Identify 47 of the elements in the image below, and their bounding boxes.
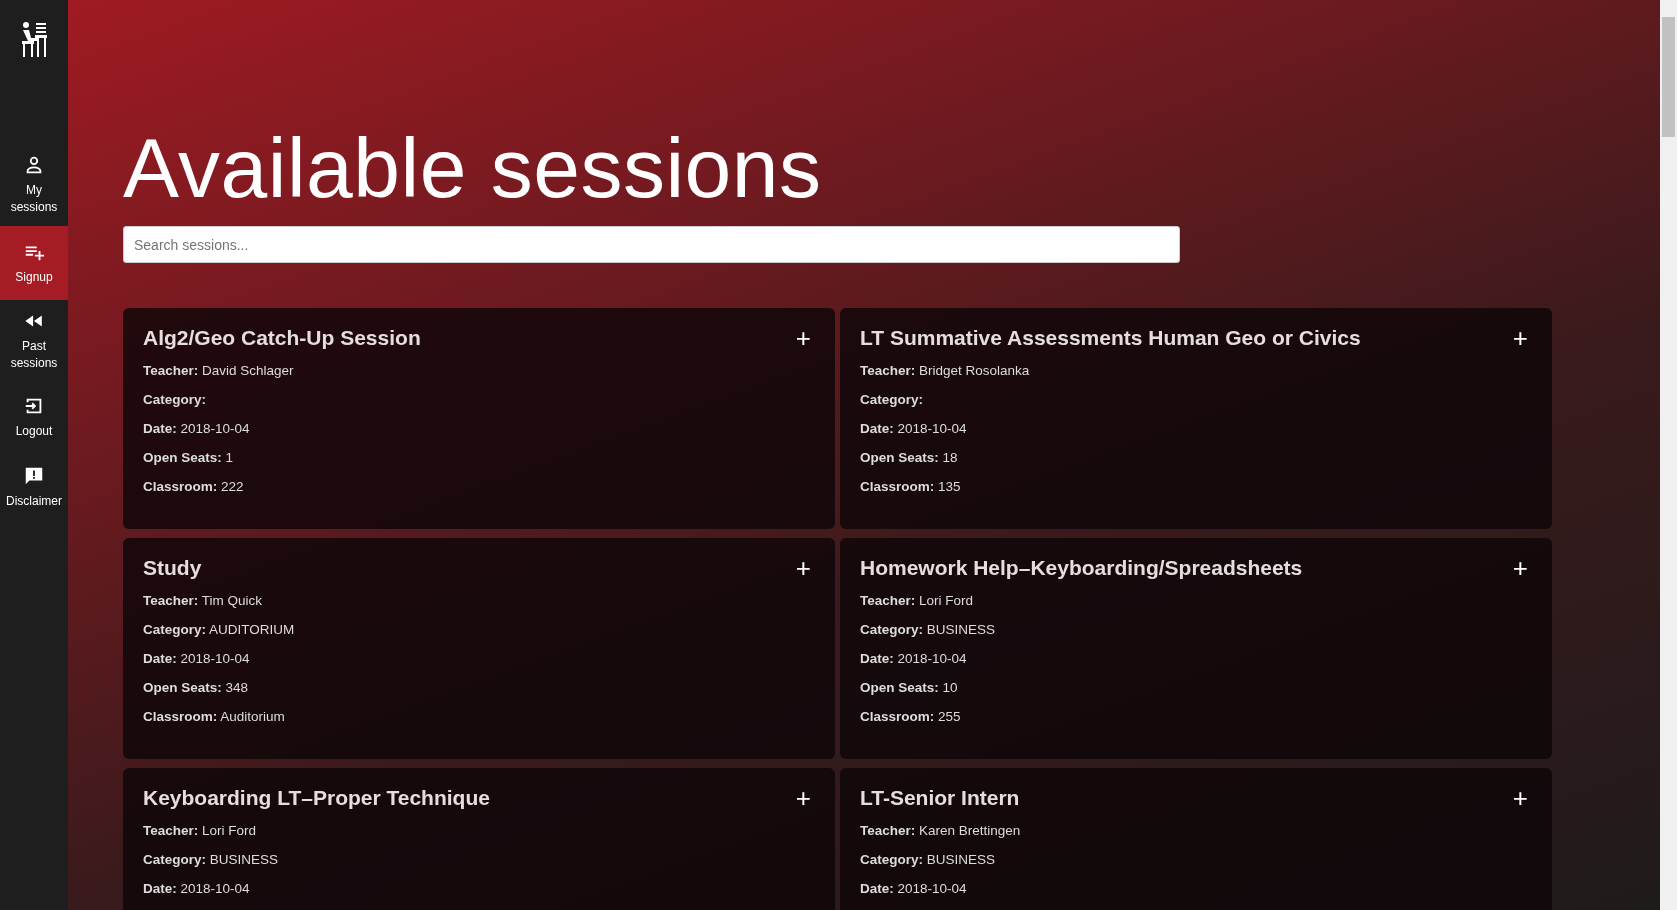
session-detail: Teacher: David Schlager <box>143 362 295 379</box>
nav-item[interactable]: Past sessions <box>0 300 68 382</box>
session-detail: Teacher: Lori Ford <box>143 822 258 839</box>
session-title: Alg2/Geo Catch-Up Session <box>143 326 421 350</box>
search-field[interactable]: Search sessions... <box>123 226 1180 263</box>
add-button[interactable]: + <box>791 556 815 580</box>
session-detail: Date: 2018-10-04 <box>143 420 251 437</box>
scrollbar[interactable] <box>1660 0 1677 910</box>
session-detail: Classroom: 255 <box>860 708 962 725</box>
session-detail: Date: 2018-10-04 <box>143 650 251 667</box>
student-desk-icon[interactable] <box>19 20 49 58</box>
session-detail: Category: BUSINESS <box>143 851 280 868</box>
nav-item[interactable]: Signup <box>0 226 68 300</box>
add-button[interactable]: + <box>1508 326 1532 350</box>
nav-item[interactable]: Disclaimer <box>0 452 68 522</box>
add-button[interactable]: + <box>791 786 815 810</box>
session-title: Study <box>143 556 202 580</box>
session-detail: Date: 2018-10-04 <box>860 880 968 897</box>
session-detail: Category: <box>143 391 207 408</box>
session-detail: Date: 2018-10-04 <box>143 880 251 897</box>
session-detail: Open Seats: 1 <box>143 449 235 466</box>
nav-item[interactable]: My sessions <box>0 144 68 226</box>
session-detail: Teacher: Tim Quick <box>143 592 264 609</box>
session-detail: Open Seats: 18 <box>860 449 959 466</box>
session-title: LT-Senior Intern <box>860 786 1020 810</box>
page-title: Available sessions <box>123 122 823 214</box>
session-detail: Date: 2018-10-04 <box>860 420 968 437</box>
nav-item[interactable]: Logout <box>0 382 68 452</box>
session-title: LT Summative Assessments Human Geo or Civics <box>860 326 1361 350</box>
session-detail: Teacher: Lori Ford <box>860 592 975 609</box>
session-detail: Teacher: Karen Brettingen <box>860 822 1022 839</box>
session-detail: Open Seats: 10 <box>860 679 959 696</box>
session-detail: Classroom: 222 <box>143 478 245 495</box>
session-detail: Category: BUSINESS <box>860 621 997 638</box>
session-detail: Classroom: Auditorium <box>143 708 286 725</box>
session-title: Homework Help–Keyboarding/Spreadsheets <box>860 556 1303 580</box>
session-detail: Classroom: 135 <box>860 478 962 495</box>
add-button[interactable]: + <box>1508 786 1532 810</box>
session-title: Keyboarding LT–Proper Technique <box>143 786 490 810</box>
session-detail: Category: <box>860 391 924 408</box>
session-detail: Category: AUDITORIUM <box>143 621 296 638</box>
add-button[interactable]: + <box>791 326 815 350</box>
session-detail: Date: 2018-10-04 <box>860 650 968 667</box>
session-detail: Category: BUSINESS <box>860 851 997 868</box>
session-detail: Teacher: Bridget Rosolanka <box>860 362 1031 379</box>
session-detail: Open Seats: 348 <box>143 679 250 696</box>
add-button[interactable]: + <box>1508 556 1532 580</box>
